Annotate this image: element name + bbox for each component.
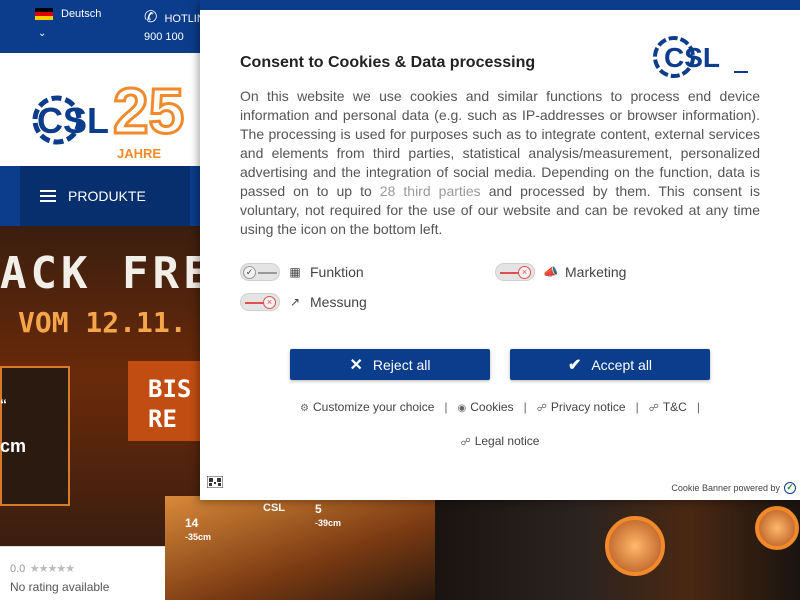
rating-text: No rating available	[10, 580, 110, 594]
check-knob-icon: ✓	[243, 266, 256, 279]
powered-by-text: Cookie Banner powered by	[671, 483, 780, 493]
reject-all-label: Reject all	[372, 356, 431, 373]
legal-notice-link[interactable]: ☍ Legal notice	[461, 434, 540, 448]
link-icon: ☍	[648, 403, 659, 414]
accept-all-label: Accept all	[591, 356, 653, 373]
powered-by[interactable]: Cookie Banner powered by ✓	[671, 482, 796, 494]
x-knob-icon: ×	[263, 296, 276, 309]
cookies-link[interactable]: ◉ Cookies	[458, 400, 514, 414]
rating-widget[interactable]: 0.0 ★★★★★ No rating available	[0, 546, 165, 600]
analytics-icon: ↗	[289, 295, 301, 309]
privacy-link[interactable]: ☍ Privacy notice	[537, 400, 626, 414]
customize-link[interactable]: ⚙ Customize your choice	[300, 400, 434, 414]
banner-headline: ACK FRE	[0, 248, 214, 299]
svg-text:CSL: CSL	[664, 42, 720, 73]
funktion-toggle[interactable]: ✓	[240, 263, 280, 281]
verified-badge-icon: ✓	[784, 482, 796, 494]
svg-text:25: 25	[113, 75, 184, 147]
laptop-size-sub-2: -39cm	[315, 518, 342, 528]
toggle-messung-row: × ↗ Messung	[240, 293, 367, 311]
banner-size-label: cm	[0, 436, 27, 456]
nav-products-button[interactable]: PRODUKTE	[20, 166, 190, 226]
link-separator: |	[635, 400, 639, 414]
star-icons: ★★★★★	[29, 563, 75, 575]
laptop-size-tag-2: 5	[315, 502, 322, 516]
tc-link[interactable]: ☍ T&C	[649, 400, 687, 414]
cookie-consent-dialog: Consent to Cookies & Data processing CSL…	[200, 0, 800, 500]
phone-icon: ✆	[144, 9, 158, 26]
marketing-toggle[interactable]: ×	[495, 263, 535, 281]
hotline-number: 900 100	[144, 31, 184, 43]
funktion-label: Funktion	[310, 264, 364, 280]
banner-pc-image	[435, 496, 800, 600]
dialog-description: On this website we use cookies and simil…	[240, 87, 760, 239]
csl-anniversary-logo[interactable]: CSL 25 JAHRE	[15, 53, 195, 166]
messung-toggle[interactable]: ×	[240, 293, 280, 311]
link-separator: |	[523, 400, 527, 414]
language-label: Deutsch	[61, 8, 102, 20]
fan-graphic	[755, 506, 799, 550]
banner-badge-line2: RE	[148, 405, 177, 433]
marketing-label: Marketing	[565, 264, 627, 280]
qr-code-icon[interactable]	[207, 476, 223, 488]
reject-all-button[interactable]: ✕ Reject all	[290, 349, 490, 380]
german-flag-icon	[35, 8, 53, 20]
banner-laptops-image: 14 -35cm CSL 5 -39cm	[165, 496, 435, 600]
customize-label[interactable]: Customize your choice	[313, 400, 434, 414]
laptop-logo: CSL	[263, 502, 285, 514]
toggle-marketing-row: × 📣 Marketing	[495, 263, 626, 281]
megaphone-icon: 📣	[543, 265, 558, 279]
svg-text:CSL: CSL	[37, 100, 109, 141]
x-knob-icon: ×	[518, 266, 531, 279]
nav-products-label: PRODUKTE	[68, 188, 146, 204]
laptop-size-tag: 14	[185, 516, 199, 530]
banner-badge-line1: BIS	[148, 375, 192, 403]
dialog-title: Consent to Cookies & Data processing	[240, 54, 536, 71]
fan-graphic	[605, 516, 665, 576]
messung-label: Messung	[310, 294, 367, 310]
dialog-links-row2: ☍ Legal notice	[200, 434, 800, 448]
grid-icon: ▦	[289, 265, 301, 279]
privacy-label[interactable]: Privacy notice	[551, 400, 626, 414]
cookie-icon: ◉	[457, 403, 467, 414]
third-parties-link[interactable]: 28 third parties	[380, 183, 481, 199]
svg-text:JAHRE: JAHRE	[117, 146, 161, 161]
chevron-down-icon[interactable]: ⌄	[38, 28, 46, 39]
csl-logo: CSL	[653, 36, 748, 78]
accept-all-button[interactable]: ✔ Accept all	[510, 349, 710, 380]
dialog-links: ⚙ Customize your choice | ◉ Cookies | ☍ Pri…	[200, 400, 800, 414]
banner-badge-text: BIS RE	[148, 374, 191, 434]
link-separator: |	[444, 400, 448, 414]
close-icon: ✕	[349, 356, 363, 374]
link-icon: ☍	[536, 403, 547, 414]
laptop-size-sub: -35cm	[185, 532, 212, 542]
cookies-label[interactable]: Cookies	[470, 400, 513, 414]
language-selector[interactable]: Deutsch	[35, 8, 101, 20]
tc-label[interactable]: T&C	[663, 400, 687, 414]
rating-score: 0.0	[10, 563, 26, 575]
toggle-funktion-row: ✓ ▦ Funktion	[240, 263, 364, 281]
link-icon: ☍	[460, 437, 471, 448]
check-icon: ✔	[567, 356, 582, 374]
gear-icon: ⚙	[300, 403, 309, 414]
dialog-top-accent	[200, 0, 800, 10]
banner-quote-mark: “	[0, 396, 7, 412]
menu-icon	[40, 190, 56, 202]
legal-notice-label[interactable]: Legal notice	[475, 434, 540, 448]
link-separator: |	[696, 400, 700, 414]
banner-date: VOM 12.11.	[18, 306, 187, 339]
